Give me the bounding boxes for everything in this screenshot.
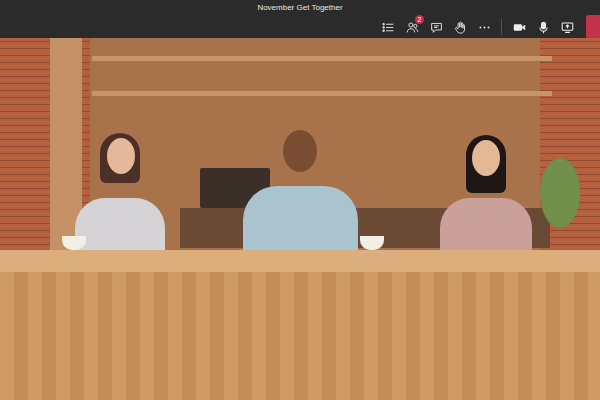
- lower-shelf: [92, 91, 552, 96]
- camera-button[interactable]: [510, 18, 528, 36]
- meeting-toolbar: 2: [0, 15, 600, 39]
- participants-button[interactable]: 2: [403, 18, 421, 36]
- microphone-button[interactable]: [534, 18, 552, 36]
- meeting-top-bar: November Get Together 2: [0, 0, 600, 38]
- person-face: [472, 140, 500, 176]
- person-face: [283, 130, 317, 172]
- share-button[interactable]: [558, 18, 576, 36]
- plant: [540, 158, 580, 228]
- toolbar-separator: [501, 19, 502, 35]
- share-screen-icon: [561, 21, 574, 34]
- raise-hand-button[interactable]: [451, 18, 469, 36]
- together-mode-video: [0, 38, 600, 400]
- participants-badge: 2: [415, 15, 424, 24]
- title-row: November Get Together: [0, 0, 600, 15]
- chat-icon: [430, 21, 443, 34]
- upper-shelf: [92, 56, 552, 61]
- counter-top: [0, 250, 600, 272]
- list-icon: [382, 21, 395, 34]
- counter-front: [0, 272, 600, 400]
- agenda-button[interactable]: [379, 18, 397, 36]
- leave-button[interactable]: [586, 15, 600, 39]
- meeting-title: November Get Together: [257, 2, 342, 14]
- camera-icon: [513, 21, 526, 34]
- hand-icon: [454, 21, 467, 34]
- chat-button[interactable]: [427, 18, 445, 36]
- microphone-icon: [537, 21, 550, 34]
- more-button[interactable]: [475, 18, 493, 36]
- teams-meeting-window: November Get Together 2: [0, 0, 600, 400]
- more-icon: [478, 21, 491, 34]
- person-face: [107, 138, 135, 174]
